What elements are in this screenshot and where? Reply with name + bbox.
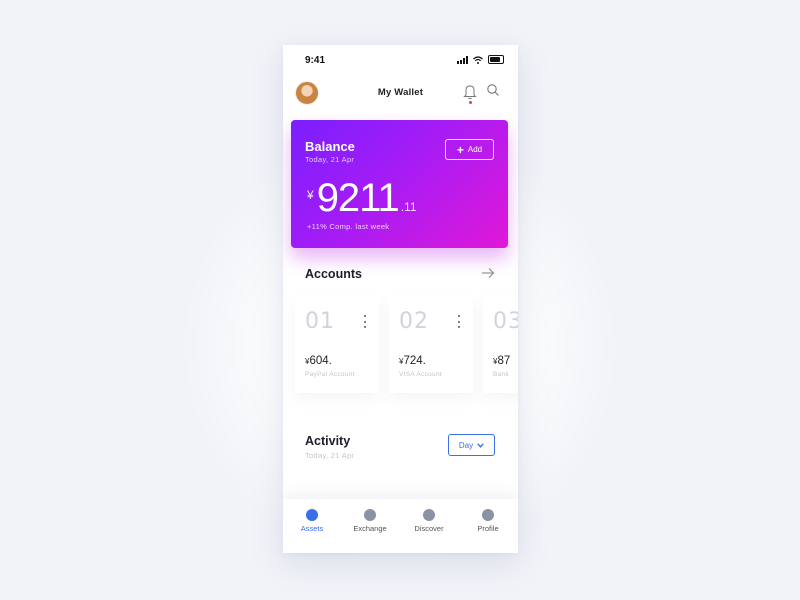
more-vertical-icon[interactable] [457,315,460,328]
page-title: My Wallet [377,87,424,98]
plus-icon: + [456,142,464,157]
arrow-right-icon[interactable] [481,267,495,279]
tab-assets[interactable]: Assets [283,499,341,553]
search-icon[interactable] [486,83,500,97]
chevron-down-icon [477,442,484,448]
amount-integer: 9211 [316,176,400,220]
account-amount: ¥604. [305,355,332,367]
balance-comparison: +11% Comp. last week [307,222,390,231]
status-bar: 9:41 [283,45,518,73]
accounts-list: 01 ¥604. PayPal Account 02 ¥724. VISA Ac… [295,297,518,397]
accounts-title: Accounts [305,267,362,281]
tab-profile[interactable]: Profile [459,499,517,553]
profile-icon [482,509,494,521]
tab-bar: Assets Exchange Discover Profile [283,499,518,553]
account-label: VISA Account [399,371,442,378]
account-amount: ¥87 [493,355,510,367]
account-number: 01 [305,309,335,334]
activity-title: Activity [305,434,351,448]
balance-card: Balance Today, 21 Apr + Add ¥ 9211 .11 +… [291,120,508,248]
wifi-icon [473,55,483,64]
account-number: 02 [399,309,429,334]
status-time: 9:41 [305,55,326,66]
discover-icon [423,509,435,521]
account-value: 604. [309,355,332,367]
header: My Wallet [283,79,518,115]
notification-dot [469,101,472,104]
account-card[interactable]: 02 ¥724. VISA Account [389,297,473,393]
account-value: 724. [403,355,426,367]
tab-label: Assets [300,524,324,533]
account-amount: ¥724. [399,355,426,367]
bell-icon[interactable] [463,83,477,103]
balance-date: Today, 21 Apr [305,155,355,164]
account-number: 03 [493,309,518,334]
tab-exchange[interactable]: Exchange [341,499,399,553]
period-value: Day [458,440,474,450]
account-card[interactable]: 03 ¥87 Bank [483,297,518,393]
phone-screen: 9:41 My Wallet Balance Today, 21 Apr + A… [283,45,518,553]
account-label: Bank [493,371,510,378]
more-vertical-icon[interactable] [363,315,366,328]
tab-label: Profile [477,524,499,533]
period-dropdown[interactable]: Day [448,434,495,456]
assets-icon [306,509,318,521]
status-icons [457,55,504,64]
amount-decimal: .11 [400,200,417,214]
tab-label: Discover [414,524,444,533]
account-value: 87 [497,355,511,367]
account-card[interactable]: 01 ¥604. PayPal Account [295,297,379,393]
battery-icon [488,55,504,64]
exchange-icon [364,509,376,521]
add-label: Add [467,145,483,154]
tab-label: Exchange [353,524,387,533]
signal-icon [457,55,468,64]
account-label: PayPal Account [305,371,355,378]
balance-title: Balance [305,139,355,154]
currency-symbol: ¥ [307,188,314,202]
balance-amount: ¥ 9211 .11 [307,178,417,218]
activity-date: Today, 21 Apr [305,451,355,460]
add-button[interactable]: + Add [445,139,494,160]
tab-discover[interactable]: Discover [400,499,458,553]
